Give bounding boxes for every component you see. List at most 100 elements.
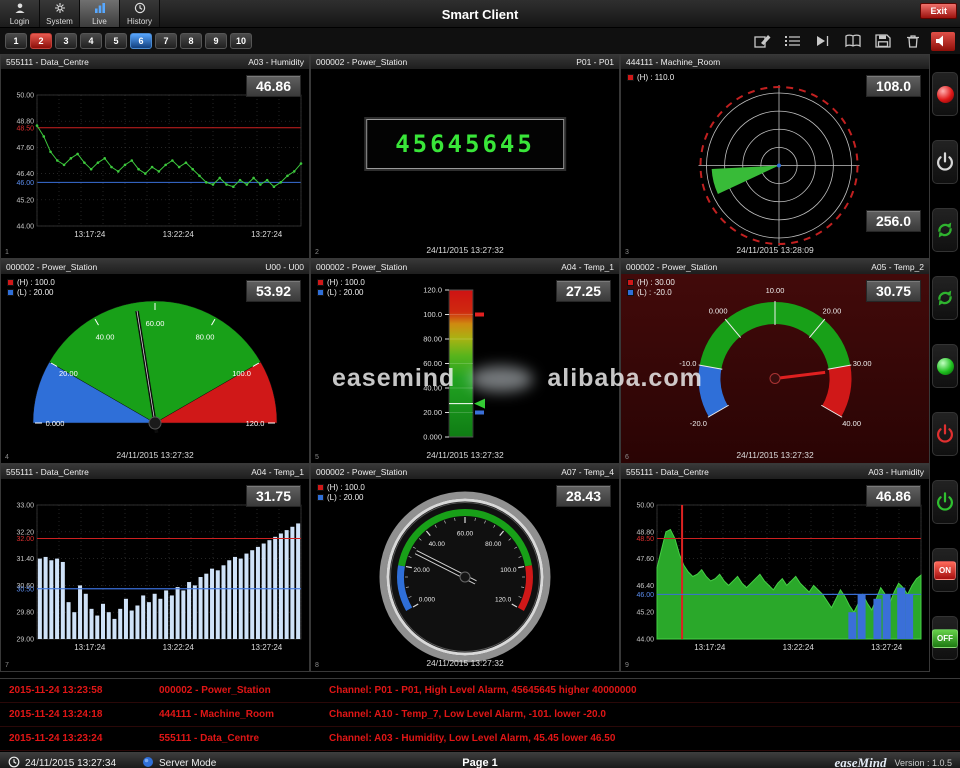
- page-tab-3[interactable]: 3: [55, 33, 77, 49]
- nav-system-button[interactable]: System: [40, 0, 80, 27]
- panel-source-label: 444111 - Machine_Room: [626, 57, 720, 67]
- panel-body: 4564564524/11/2015 13:27:322: [311, 69, 619, 258]
- restart-button-1[interactable]: [932, 208, 958, 252]
- legend-swatch: [317, 484, 324, 491]
- panel-channel-label: A03 - Humidity: [868, 467, 924, 477]
- tab-row: 12345678910: [0, 28, 960, 54]
- svg-text:-10.0: -10.0: [679, 359, 696, 368]
- exit-button[interactable]: Exit: [920, 3, 957, 19]
- status-indicator[interactable]: [932, 344, 958, 388]
- panel-header: 555111 - Data_CentreA04 - Temp_1: [1, 465, 309, 479]
- panel-timestamp: 24/11/2015 13:27:32: [621, 450, 929, 460]
- legend-swatch: [627, 74, 634, 81]
- power-button[interactable]: [932, 140, 958, 184]
- value-badge: 30.75: [866, 280, 921, 302]
- svg-text:20.00: 20.00: [59, 369, 78, 378]
- chart-icon: [94, 2, 106, 16]
- off-button[interactable]: OFF: [932, 616, 958, 660]
- tab-strip: 12345678910: [5, 33, 252, 49]
- alarm-row[interactable]: 2015-11-24 13:23:24555111 - Data_CentreC…: [0, 727, 960, 751]
- legend-swatch: [627, 279, 634, 286]
- nav-login-button[interactable]: Login: [0, 0, 40, 27]
- page-tab-4[interactable]: 4: [80, 33, 102, 49]
- save-icon[interactable]: [871, 32, 895, 51]
- page-tab-2[interactable]: 2: [30, 33, 52, 49]
- legend-label: (L) : -20.0: [637, 288, 672, 297]
- svg-text:80.00: 80.00: [423, 335, 442, 344]
- side-slot: [932, 332, 958, 400]
- alarm-source: 000002 - Power_Station: [159, 685, 329, 696]
- panel-index: 8: [315, 662, 319, 669]
- edit-icon[interactable]: [751, 32, 775, 51]
- panel-index: 4: [5, 454, 9, 461]
- legend-label: (H) : 30.00: [637, 278, 675, 287]
- status-time: 24/11/2015 13:27:34: [25, 758, 116, 768]
- version-label: Version : 1.0.5: [894, 758, 952, 768]
- legend-label: (H) : 100.0: [17, 278, 55, 287]
- alarm-row[interactable]: 2015-11-24 13:24:18444111 - Machine_Room…: [0, 703, 960, 727]
- nav-label: Live: [92, 17, 107, 26]
- restart-arrows-icon: [935, 288, 955, 308]
- alarm-time: 2015-11-24 13:23:24: [9, 733, 159, 744]
- side-slot: [932, 264, 958, 332]
- power-on-button[interactable]: [932, 480, 958, 524]
- panel-channel-label: U00 - U00: [265, 262, 304, 272]
- svg-text:46.00: 46.00: [636, 592, 654, 599]
- value-badge-top: 108.0: [866, 75, 921, 97]
- alarm-list: 2015-11-24 13:23:58000002 - Power_Statio…: [0, 678, 960, 751]
- side-slot: [932, 468, 958, 536]
- panel-timestamp: 24/11/2015 13:27:32: [311, 658, 619, 668]
- legend-label: (L) : 20.00: [327, 288, 363, 297]
- page-tab-6[interactable]: 6: [130, 33, 152, 49]
- svg-text:44.00: 44.00: [636, 637, 654, 644]
- nav-live-button[interactable]: Live: [80, 0, 120, 27]
- top-bar: LoginSystemLiveHistory Smart Client Exit: [0, 0, 960, 28]
- panel-1-data-centre-humidity-trend: 555111 - Data_CentreA03 - Humidity50.004…: [0, 54, 310, 259]
- legend-item: (H) : 100.0: [317, 278, 365, 287]
- gear-icon: [54, 2, 66, 16]
- legend-item: (L) : 20.00: [7, 288, 55, 297]
- svg-text:50.00: 50.00: [636, 503, 654, 510]
- page-tab-1[interactable]: 1: [5, 33, 27, 49]
- side-slot: [932, 196, 958, 264]
- panel-3-machine-room-direction: 444111 - Machine_Room(H) : 110.0108.0256…: [620, 54, 930, 259]
- page-tab-5[interactable]: 5: [105, 33, 127, 49]
- circ-gauge-chart: 0.00020.0040.0060.0080.00100.0120.0: [311, 479, 619, 671]
- panel-header: 000002 - Power_StationP01 - P01: [311, 55, 619, 69]
- panel-source-label: 555111 - Data_Centre: [6, 57, 89, 67]
- legend-item: (H) : 110.0: [627, 73, 674, 82]
- status-time-group: 24/11/2015 13:27:34: [8, 756, 116, 768]
- export-icon[interactable]: [811, 32, 835, 51]
- restart-button-2[interactable]: [932, 276, 958, 320]
- svg-text:32.00: 32.00: [16, 536, 34, 543]
- panel-source-label: 000002 - Power_Station: [316, 467, 407, 477]
- legend-swatch: [7, 279, 14, 286]
- trash-icon[interactable]: [901, 32, 925, 51]
- mute-icon[interactable]: [931, 32, 955, 51]
- svg-text:20.00: 20.00: [822, 307, 841, 316]
- svg-text:100.0: 100.0: [423, 310, 442, 319]
- on-button[interactable]: ON: [932, 548, 958, 592]
- emergency-stop-button[interactable]: [932, 72, 958, 116]
- page-tab-8[interactable]: 8: [180, 33, 202, 49]
- svg-text:0.000: 0.000: [709, 307, 728, 316]
- side-button-strip: ON OFF: [930, 54, 960, 678]
- svg-text:47.60: 47.60: [16, 145, 34, 152]
- panel-body: 33.0032.2032.0031.4030.6030.5029.8029.00…: [1, 479, 309, 671]
- page-tab-7[interactable]: 7: [155, 33, 177, 49]
- nav-history-button[interactable]: History: [120, 0, 160, 27]
- brand-logo: easeMind: [834, 755, 886, 768]
- main-area: 555111 - Data_Centre A03 - Humidity 50.00 4…: [0, 54, 960, 678]
- power-off-button[interactable]: [932, 412, 958, 456]
- panel-body: -20.0-10.00.00010.0020.0030.0040.00(H) :…: [621, 274, 929, 463]
- nav-button-group: LoginSystem Live History: [0, 0, 160, 27]
- page-tab-10[interactable]: 10: [230, 33, 252, 49]
- panel-header: 000002 - Power_StationA05 - Temp_2: [621, 260, 929, 274]
- svg-text:30.50: 30.50: [16, 586, 34, 593]
- book-icon[interactable]: [841, 32, 865, 51]
- panel-4-power-station-gauge-u00: 000002 - Power_StationU00 - U000.00020.0…: [0, 259, 310, 464]
- list-icon[interactable]: [781, 32, 805, 51]
- page-tab-9[interactable]: 9: [205, 33, 227, 49]
- alarm-row[interactable]: 2015-11-24 13:23:58000002 - Power_Statio…: [0, 679, 960, 703]
- panel-legend: (H) : 100.0(L) : 20.00: [7, 278, 55, 298]
